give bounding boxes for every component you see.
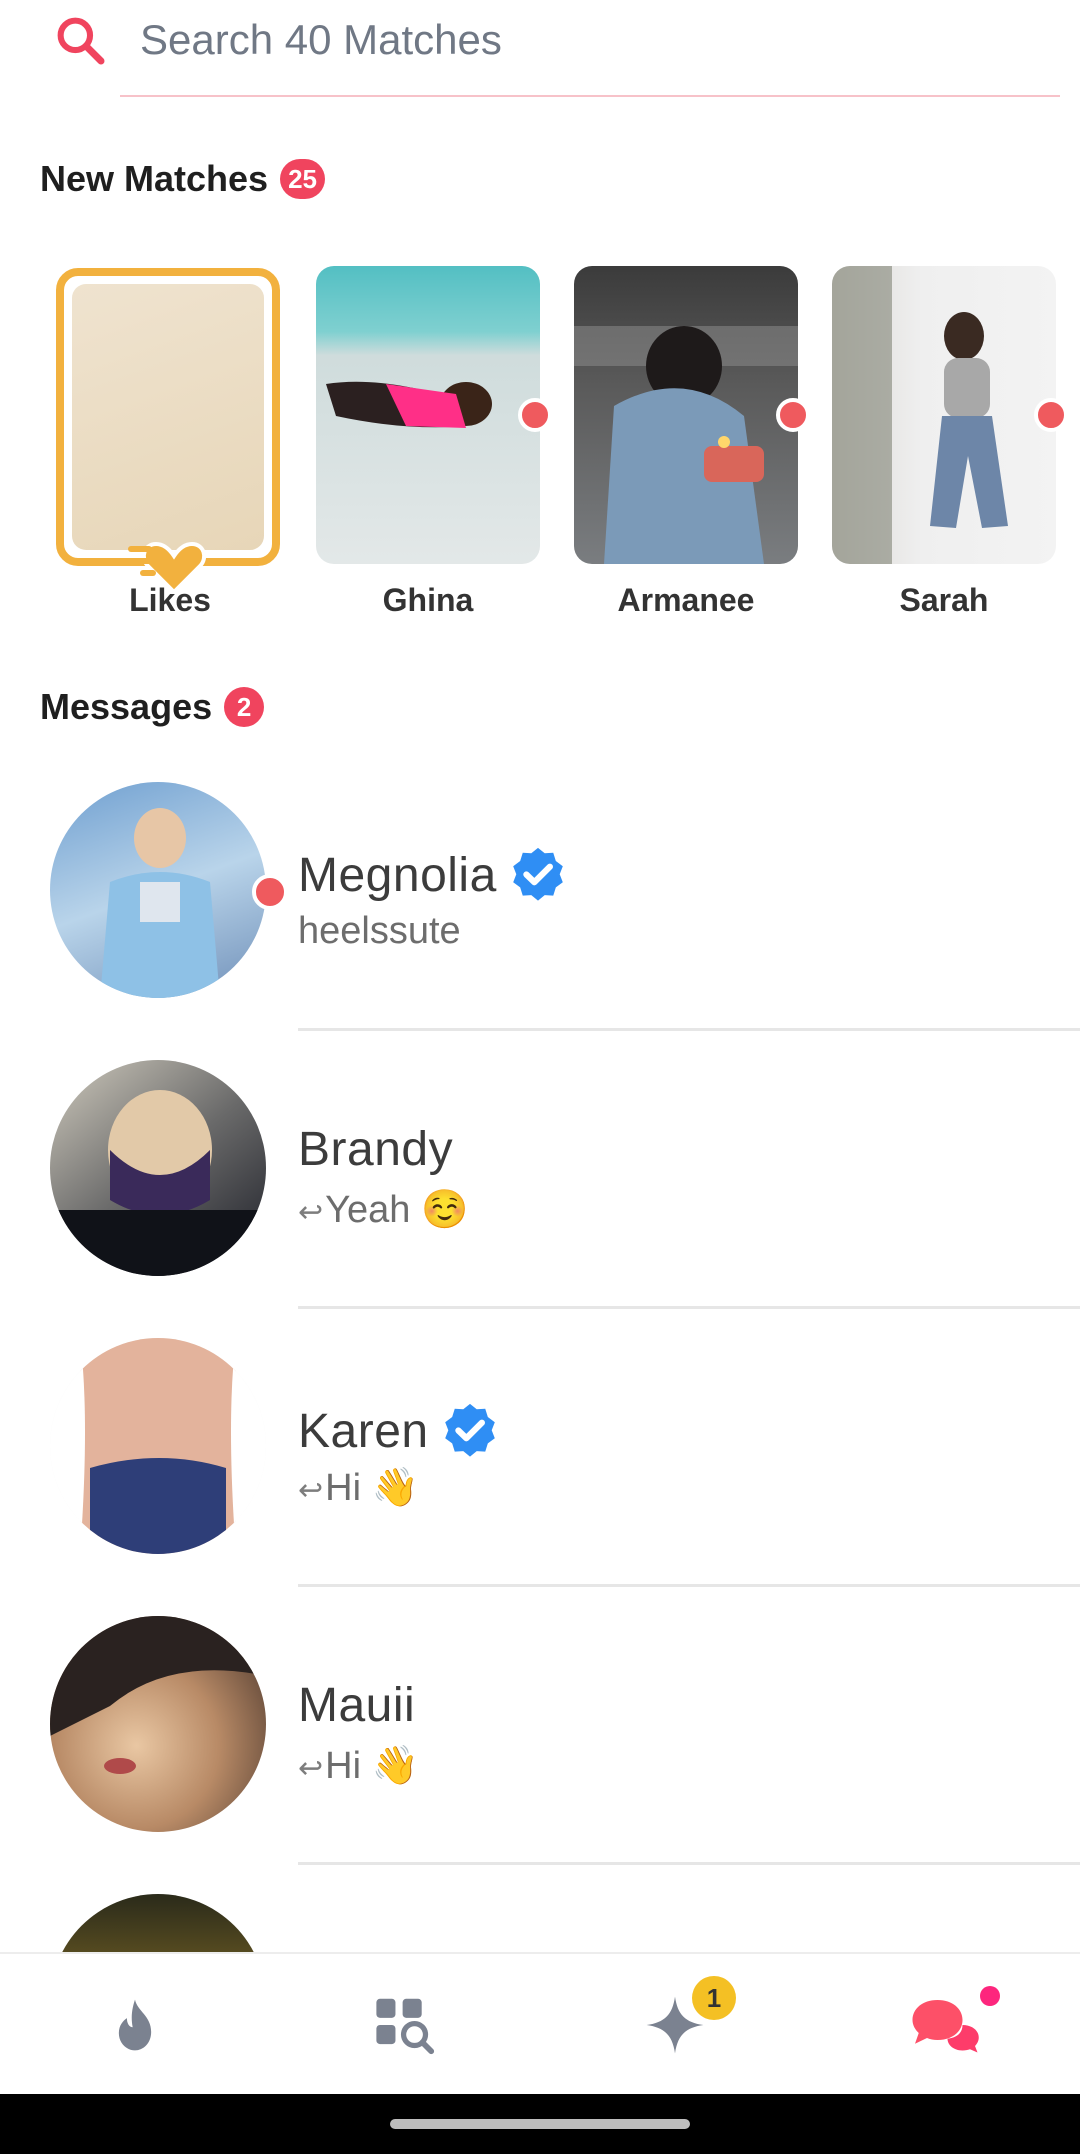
- new-match-dot: [776, 398, 810, 432]
- match-photo: [326, 381, 492, 428]
- messages-count-badge: 2: [224, 687, 265, 727]
- search-icon: [57, 17, 105, 65]
- message-name: Mauii: [298, 1678, 415, 1733]
- tab-chat[interactable]: [810, 1954, 1080, 2096]
- match-name-ghina: Ghina: [382, 582, 474, 618]
- message-name: Megnolia: [298, 844, 569, 906]
- likes-card[interactable]: [56, 268, 280, 566]
- tab-explore[interactable]: [270, 1954, 540, 2096]
- message-name: Karen: [298, 1400, 501, 1462]
- flame-icon: [118, 1999, 152, 2051]
- search-input[interactable]: [140, 8, 1020, 72]
- tab-swipe[interactable]: [0, 1954, 270, 2096]
- likes-blurred-preview: [72, 284, 264, 550]
- reply-icon: ↩: [298, 1474, 324, 1507]
- divider: [298, 1862, 1080, 1865]
- message-preview: ↩Hi 👋: [298, 1466, 419, 1510]
- match-name-sarah: Sarah: [899, 582, 989, 618]
- tab-gold[interactable]: 1: [540, 1954, 810, 2096]
- message-preview-text: heelssute: [298, 910, 461, 952]
- message-row-mauii[interactable]: Mauii ↩Hi 👋: [0, 1616, 1080, 1894]
- message-preview-text: Yeah ☺️: [325, 1189, 469, 1231]
- new-matches-title: New Matches: [40, 158, 269, 199]
- message-name-text: Mauii: [298, 1679, 416, 1732]
- new-matches-header: New Matches 25: [40, 158, 325, 200]
- message-preview: ↩Hi 👋: [298, 1744, 419, 1788]
- message-preview: ↩Yeah ☺️: [298, 1188, 468, 1232]
- verified-icon: [512, 847, 563, 901]
- match-card-armanee[interactable]: [574, 266, 798, 564]
- message-name-text: Karen: [298, 1404, 429, 1458]
- home-indicator[interactable]: [390, 2119, 690, 2129]
- match-photo: [832, 266, 1008, 564]
- divider: [298, 1584, 1080, 1587]
- new-match-dot: [1034, 398, 1068, 432]
- search-underline: [120, 95, 1060, 97]
- message-row-brandy[interactable]: Brandy ↩Yeah ☺️: [0, 1060, 1080, 1338]
- chat-icon: [912, 2000, 979, 2053]
- match-card-ghina[interactable]: [316, 266, 540, 564]
- new-match-dot: [518, 398, 552, 432]
- new-matches-count-badge: 25: [280, 159, 325, 199]
- avatar: [50, 1060, 266, 1276]
- message-name: Brandy: [298, 1122, 453, 1177]
- explore-icon: [376, 1998, 435, 2055]
- avatar: [50, 1338, 266, 1554]
- reply-icon: ↩: [298, 1752, 324, 1785]
- system-nav-bar: [0, 2094, 1080, 2154]
- chat-notification-dot: [980, 1986, 1000, 2006]
- avatar: [50, 782, 266, 998]
- likes-label: Likes: [129, 582, 211, 618]
- bottom-tab-bar: 1: [0, 1952, 1080, 2096]
- divider: [298, 1028, 1080, 1031]
- match-photo: [574, 326, 798, 564]
- reply-icon: ↩: [298, 1196, 324, 1229]
- message-preview: heelssute: [298, 910, 461, 953]
- message-name-text: Brandy: [298, 1123, 454, 1176]
- message-row-megnolia[interactable]: Megnolia heelssute: [0, 782, 1080, 1060]
- message-name-text: Megnolia: [298, 848, 497, 902]
- match-card-sarah[interactable]: [832, 266, 1056, 564]
- messages-header: Messages 2: [40, 686, 265, 728]
- online-dot: [252, 874, 288, 910]
- search-bar[interactable]: [0, 0, 1080, 100]
- gold-badge: 1: [692, 1976, 736, 2020]
- match-name-armanee: Armanee: [617, 582, 755, 618]
- messages-title: Messages: [40, 686, 213, 727]
- verified-icon: [444, 1403, 495, 1457]
- divider: [298, 1306, 1080, 1309]
- message-preview-text: Hi 👋: [325, 1745, 419, 1787]
- message-preview-text: Hi 👋: [325, 1467, 419, 1509]
- avatar: [50, 1616, 266, 1832]
- message-row-karen[interactable]: Karen ↩Hi 👋: [0, 1338, 1080, 1616]
